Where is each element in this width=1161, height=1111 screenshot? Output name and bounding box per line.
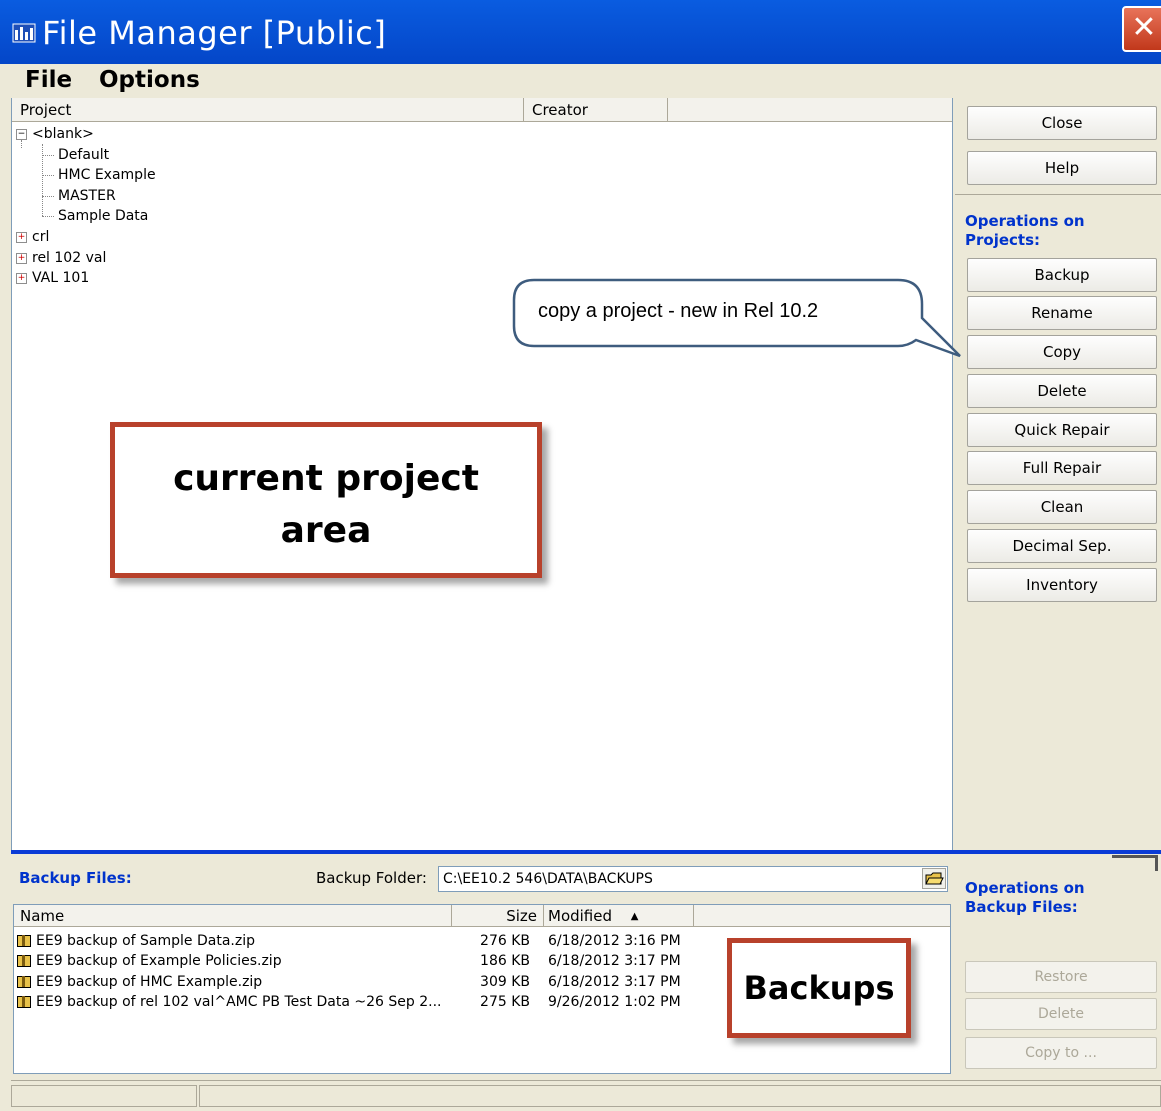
speech-bubble-text: copy a project - new in Rel 10.2 [538,300,819,322]
file-name: EE9 backup of rel 102 val^AMC PB Test Da… [36,994,442,1010]
zip-file-icon [17,996,31,1008]
current-project-callout: current project area [110,422,542,578]
tree-item-default[interactable]: Default [58,145,109,165]
column-header-size[interactable]: Size [452,905,544,927]
column-header-blank [668,98,952,122]
column-header-project[interactable]: Project [12,98,524,122]
copy-button[interactable]: Copy [967,335,1157,369]
expand-icon[interactable]: + [16,232,27,243]
backup-files-label: Backup Files: [19,869,132,887]
file-name: EE9 backup of Sample Data.zip [36,933,255,949]
menu-file[interactable]: File [25,64,72,96]
tree-line [42,216,54,217]
copy-to-button[interactable]: Copy to ... [965,1037,1157,1069]
status-bar [11,1080,1161,1111]
column-header-creator[interactable]: Creator [524,98,668,122]
full-repair-button[interactable]: Full Repair [967,451,1157,485]
file-size: 309 KB [480,974,530,990]
status-segment [199,1085,1161,1107]
file-modified: 6/18/2012 3:17 PM [548,953,681,969]
status-segment [11,1085,197,1107]
delete-button[interactable]: Delete [967,374,1157,408]
zip-file-icon [17,935,31,947]
window-title: File Manager [Public] [42,14,387,52]
zip-file-icon [17,976,31,988]
separator [955,194,1161,195]
tree-item-blank[interactable]: <blank> [32,124,94,144]
ops-backup-line2: Backup Files: [965,898,1078,916]
help-button[interactable]: Help [967,151,1157,185]
tree-line [21,140,22,148]
quick-repair-button[interactable]: Quick Repair [967,413,1157,447]
tree-item-master[interactable]: MASTER [58,186,116,206]
tree-item-crl[interactable]: crl [32,227,49,247]
file-size: 275 KB [480,994,530,1010]
callout-line1: current project [173,458,479,499]
clean-button[interactable]: Clean [967,490,1157,524]
tree-item-sample-data[interactable]: Sample Data [58,206,148,226]
ops-projects-line2: Projects: [965,231,1040,249]
decimal-sep-button[interactable]: Decimal Sep. [967,529,1157,563]
ops-projects-line1: Operations on [965,212,1085,230]
ops-backup-line1: Operations on [965,879,1085,897]
file-modified: 9/26/2012 1:02 PM [548,994,681,1010]
ops-projects-label: Operations on Projects: [965,212,1085,250]
expand-icon[interactable]: + [16,253,27,264]
rename-button[interactable]: Rename [967,296,1157,330]
callout-line2: area [280,510,372,551]
resize-handle[interactable] [1112,855,1158,871]
title-bar: File Manager [Public] ✕ [0,0,1161,64]
sort-ascending-icon: ▲ [630,911,639,922]
menu-options[interactable]: Options [99,64,200,96]
tree-item-rel-102-val[interactable]: rel 102 val [32,248,106,268]
zip-file-icon [17,955,31,967]
file-size: 186 KB [480,953,530,969]
tree-line [42,155,54,156]
backup-folder-label: Backup Folder: [316,869,427,887]
ops-backup-label: Operations on Backup Files: [965,879,1085,917]
open-folder-icon [925,872,944,885]
file-modified: 6/18/2012 3:17 PM [548,974,681,990]
tree-item-hmc-example[interactable]: HMC Example [58,165,156,185]
backups-callout: Backups [727,938,911,1038]
column-header-blank [694,905,950,927]
backup-folder-input[interactable]: C:\EE10.2 546\DATA\BACKUPS [438,866,948,892]
inventory-button[interactable]: Inventory [967,568,1157,602]
backup-button[interactable]: Backup [967,258,1157,292]
file-name: EE9 backup of Example Policies.zip [36,953,282,969]
file-modified: 6/18/2012 3:16 PM [548,933,681,949]
tree-line [42,175,54,176]
file-manager-icon [12,23,36,43]
close-button[interactable]: Close [967,106,1157,140]
restore-button[interactable]: Restore [965,961,1157,993]
column-header-name[interactable]: Name [14,905,452,927]
tree-line [42,196,54,197]
browse-folder-button[interactable] [922,868,946,889]
modified-label: Modified [548,907,613,925]
backup-delete-button[interactable]: Delete [965,998,1157,1030]
file-size: 276 KB [480,933,530,949]
column-header-modified[interactable]: Modified ▲ [544,905,694,927]
collapse-icon[interactable]: − [16,129,27,140]
menu-bar: File Options [0,64,1161,98]
expand-icon[interactable]: + [16,273,27,284]
close-x-icon[interactable]: ✕ [1122,6,1161,52]
file-name: EE9 backup of HMC Example.zip [36,974,263,990]
tree-item-val-101[interactable]: VAL 101 [32,268,89,288]
